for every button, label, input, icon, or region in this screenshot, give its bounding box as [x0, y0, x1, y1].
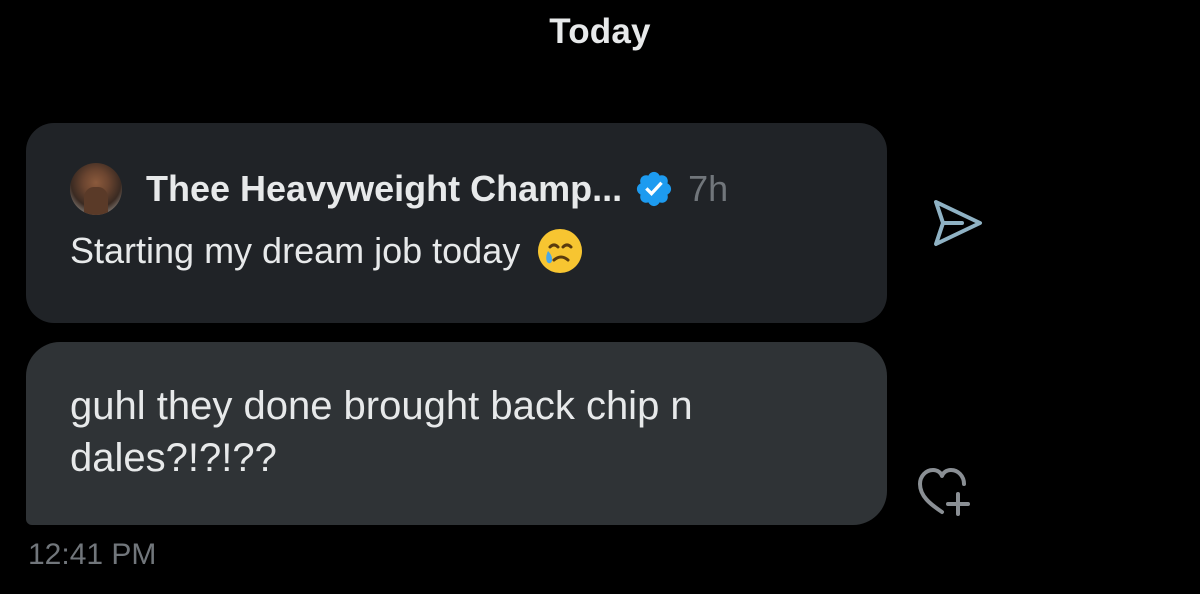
quoted-post-header: Thee Heavyweight Champ... 7h [70, 163, 728, 215]
quoted-post-card[interactable]: Thee Heavyweight Champ... 7h Starting my… [26, 123, 887, 323]
message-timestamp: 12:41 PM [28, 538, 157, 571]
author-avatar[interactable] [70, 163, 122, 215]
message-text: guhl they done brought back chip n dales… [70, 384, 693, 480]
date-header: Today [549, 12, 651, 51]
verified-badge-icon [637, 171, 672, 207]
quoted-post-text: Starting my dream job today [70, 230, 521, 271]
heart-add-icon[interactable] [914, 464, 974, 520]
message-bubble[interactable]: guhl they done brought back chip n dales… [26, 342, 887, 525]
quoted-post-text-row: Starting my dream job today [70, 227, 584, 275]
post-time: 7h [688, 168, 729, 209]
face-holding-back-tears-icon [538, 229, 583, 273]
send-icon[interactable] [928, 196, 986, 250]
author-name[interactable]: Thee Heavyweight Champ... [146, 168, 622, 210]
